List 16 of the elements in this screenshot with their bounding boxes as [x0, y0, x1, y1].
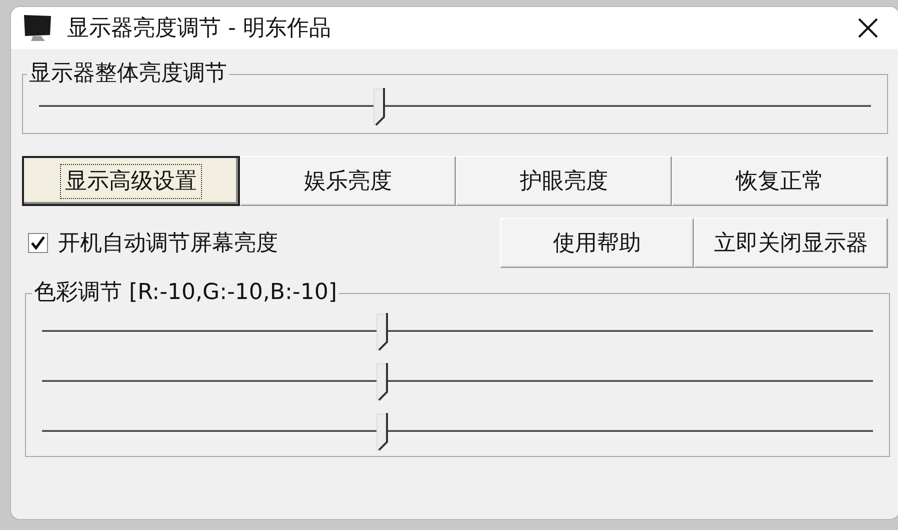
window-title: 显示器亮度调节 - 明东作品: [67, 14, 331, 42]
slider-thumb[interactable]: [374, 412, 391, 452]
push-button[interactable]: 显示高级设置: [22, 156, 240, 206]
close-icon[interactable]: [857, 17, 879, 39]
push-button[interactable]: 护眼亮度: [456, 156, 672, 206]
group-title: 色彩调节 [R:-10,G:-10,B:-10]: [33, 280, 338, 306]
push-button[interactable]: 娱乐亮度: [240, 156, 456, 206]
group-title: 显示器整体亮度调节: [28, 61, 228, 87]
slider-thumb[interactable]: [374, 362, 391, 402]
slider-thumb[interactable]: [374, 312, 391, 352]
checkbox-label: 开机自动调节屏幕亮度: [58, 230, 278, 258]
checkbox[interactable]: [28, 233, 48, 253]
push-button[interactable]: 立即关闭显示器: [694, 218, 888, 268]
push-button[interactable]: 使用帮助: [500, 218, 694, 268]
push-button[interactable]: 恢复正常: [672, 156, 888, 206]
check-icon: [31, 236, 45, 250]
